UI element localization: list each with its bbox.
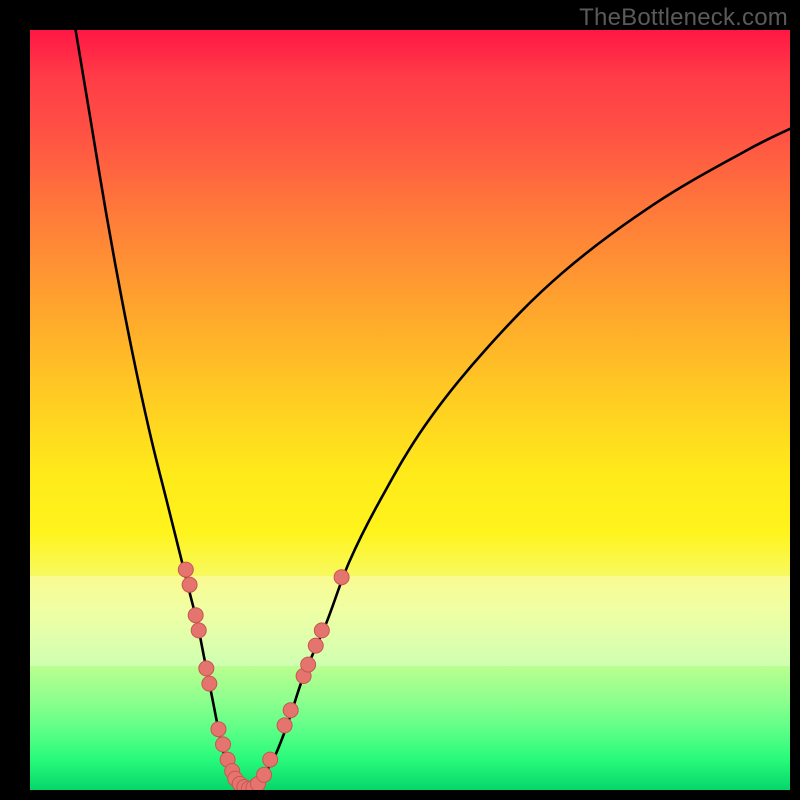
data-marker [220,752,235,767]
data-marker [191,623,206,638]
plot-area [30,30,790,790]
data-marker [334,570,349,585]
data-marker [237,779,252,790]
chart-frame: TheBottleneck.com [0,0,800,800]
data-marker [283,703,298,718]
data-marker [241,781,256,790]
data-marker [188,608,203,623]
bottleneck-curve [76,30,790,790]
data-marker [225,764,240,779]
data-marker [263,752,278,767]
data-marker [228,771,243,786]
data-marker [314,623,329,638]
data-marker [246,780,261,790]
data-marker [257,767,272,782]
data-marker [308,638,323,653]
data-marker [178,562,193,577]
data-marker [182,577,197,592]
data-marker [301,657,316,672]
marker-group [178,562,349,790]
data-marker [216,737,231,752]
data-marker [251,776,266,790]
data-marker [199,661,214,676]
data-marker [232,776,247,790]
data-marker [296,669,311,684]
data-marker [277,718,292,733]
curve-svg [30,30,790,790]
watermark-text: TheBottleneck.com [579,4,788,32]
highlight-band [30,576,790,666]
data-marker [202,676,217,691]
data-marker [211,722,226,737]
